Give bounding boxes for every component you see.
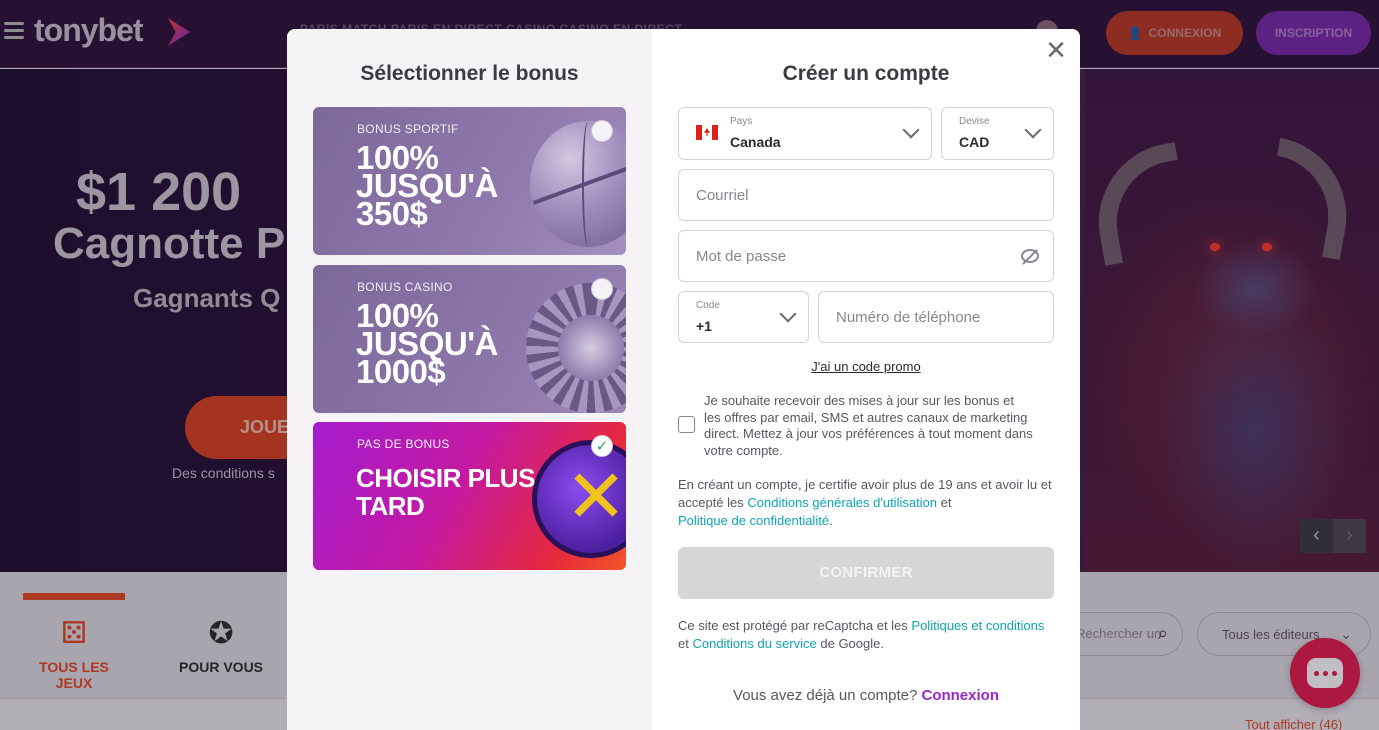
chevron-down-icon xyxy=(779,305,797,323)
promo-code-link[interactable]: J'ai un code promo xyxy=(652,359,1080,374)
login-prompt: Vous avez déjà un compte? Connexion xyxy=(652,687,1080,704)
email-field[interactable]: Courriel xyxy=(678,169,1054,221)
country-value: Canada xyxy=(730,134,781,150)
bonus-card-label: BONUS SPORTIF xyxy=(357,122,459,136)
bonus-card-none[interactable]: PAS DE BONUS CHOISIR PLUS TARD ✓ xyxy=(313,422,626,570)
age-certification-text: En créant un compte, je certifie avoir p… xyxy=(678,476,1058,530)
phone-code-select[interactable]: Code +1 xyxy=(678,291,809,343)
phone-code-label: Code xyxy=(696,300,720,311)
have-account-text: Vous avez déjà un compte? xyxy=(733,687,918,704)
currency-value: CAD xyxy=(959,134,990,150)
signup-modal: Sélectionner le bonus BONUS SPORTIF 100%… xyxy=(287,29,1080,730)
bonus-card-headline: 100% JUSQU'À 350$ xyxy=(356,139,498,232)
recaptcha-notice: Ce site est protégé par reCaptcha et les… xyxy=(678,617,1058,653)
recaptcha-prefix: Ce site est protégé par reCaptcha et les xyxy=(678,618,912,633)
bonus-panel-title: Sélectionner le bonus xyxy=(360,62,579,85)
marketing-consent-checkbox[interactable] xyxy=(678,416,695,433)
recaptcha-and: et xyxy=(678,636,693,651)
bonus-radio-checked-icon[interactable]: ✓ xyxy=(591,435,613,457)
chevron-down-icon xyxy=(902,121,920,139)
recaptcha-terms-link[interactable]: Conditions du service xyxy=(692,636,816,651)
bonus-card-headline: CHOISIR PLUS TARD xyxy=(356,463,535,521)
x-coin-icon xyxy=(532,440,626,558)
eye-off-icon[interactable] xyxy=(1021,249,1039,263)
bonus-radio[interactable] xyxy=(591,120,613,142)
country-select[interactable]: Pays Canada xyxy=(678,107,932,160)
phone-code-value: +1 xyxy=(696,318,712,334)
signup-title: Créer un compte xyxy=(782,62,950,85)
bonus-radio[interactable] xyxy=(591,278,613,300)
bonus-card-sport[interactable]: BONUS SPORTIF 100% JUSQU'À 350$ xyxy=(313,107,626,255)
currency-select[interactable]: Devise CAD xyxy=(941,107,1054,160)
email-placeholder: Courriel xyxy=(696,187,749,204)
privacy-link[interactable]: Politique de confidentialité xyxy=(678,513,829,528)
signup-form-panel: Créer un compte ✕ Pays Canada Devise CAD… xyxy=(652,29,1080,730)
close-icon[interactable]: ✕ xyxy=(1044,37,1068,63)
login-link[interactable]: Connexion xyxy=(921,687,999,704)
phone-placeholder: Numéro de téléphone xyxy=(836,309,981,326)
chevron-down-icon xyxy=(1024,121,1042,139)
bonus-card-headline: 100% JUSQU'À 1000$ xyxy=(356,297,498,390)
recaptcha-policies-link[interactable]: Politiques et conditions xyxy=(911,618,1044,633)
certify-end: . xyxy=(829,513,833,528)
password-placeholder: Mot de passe xyxy=(696,248,787,265)
bonus-card-label: PAS DE BONUS xyxy=(357,437,450,451)
bonus-card-label: BONUS CASINO xyxy=(357,280,453,294)
bonus-selection-panel: Sélectionner le bonus BONUS SPORTIF 100%… xyxy=(287,29,652,730)
password-field[interactable]: Mot de passe xyxy=(678,230,1054,282)
currency-label: Devise xyxy=(959,116,990,127)
phone-number-field[interactable]: Numéro de téléphone xyxy=(818,291,1054,343)
recaptcha-suffix: de Google. xyxy=(816,636,884,651)
marketing-consent-text: Je souhaite recevoir des mises à jour su… xyxy=(704,393,1033,458)
confirm-button[interactable]: CONFIRMER xyxy=(678,547,1054,599)
canada-flag-icon xyxy=(696,125,718,140)
terms-link[interactable]: Conditions générales d'utilisation xyxy=(747,495,937,510)
country-label: Pays xyxy=(730,116,753,127)
certify-and: et xyxy=(937,495,952,510)
bonus-card-casino[interactable]: BONUS CASINO 100% JUSQU'À 1000$ xyxy=(313,265,626,413)
